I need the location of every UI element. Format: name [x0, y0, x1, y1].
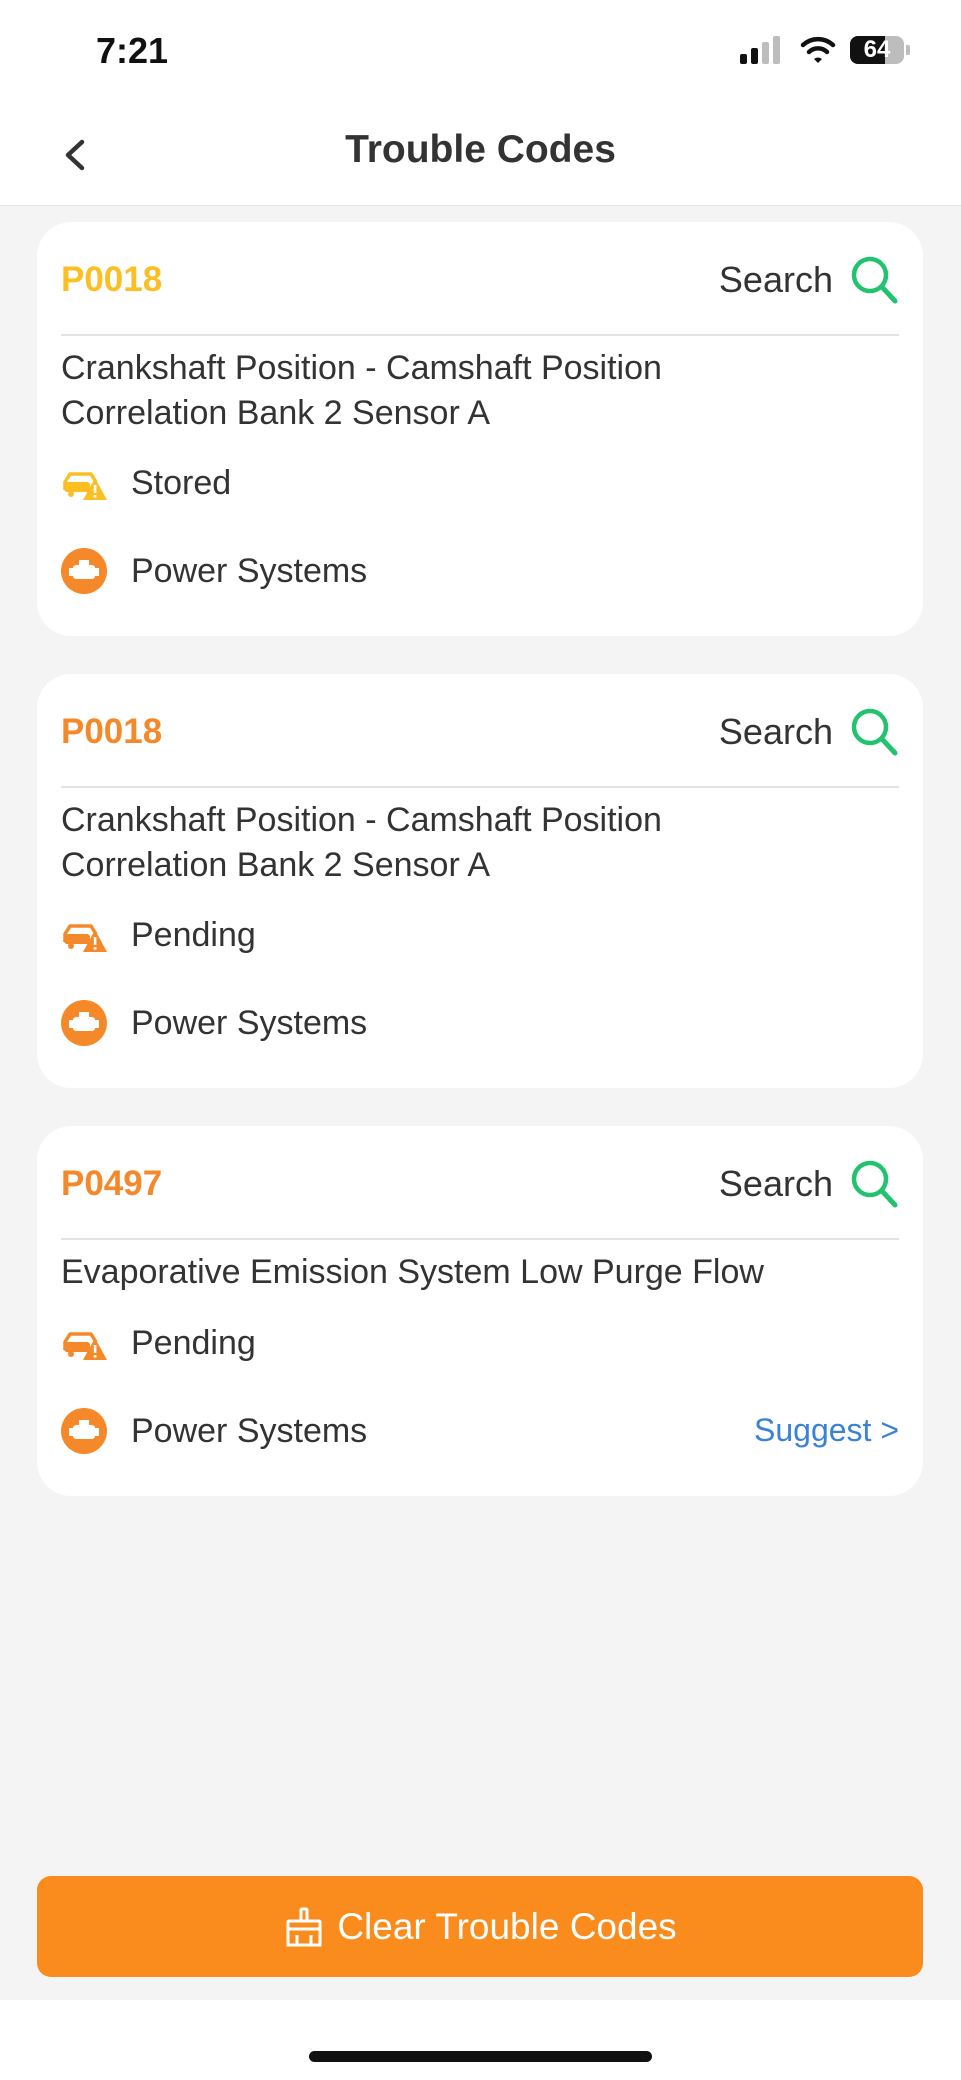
- page-title: Trouble Codes: [345, 128, 616, 171]
- code-description: Crankshaft Position - Camshaft Position …: [61, 349, 662, 432]
- clear-button-label: Clear Trouble Codes: [337, 1905, 677, 1947]
- car-warning-icon: [63, 924, 107, 952]
- battery-percent: 64: [863, 36, 891, 63]
- home-area: [0, 2000, 961, 2080]
- status-row: Pending: [61, 1318, 256, 1368]
- search-icon: [851, 708, 898, 756]
- trouble-code: P0018: [61, 260, 163, 299]
- card-divider: [61, 1238, 899, 1240]
- engine-icon: [61, 1408, 107, 1454]
- wifi-icon: [800, 36, 836, 63]
- system-label: Power Systems: [131, 1003, 368, 1042]
- card-divider: [61, 334, 899, 336]
- search-button[interactable]: Search: [719, 250, 899, 310]
- search-button[interactable]: Search: [719, 702, 899, 762]
- broom-icon: [286, 1907, 322, 1946]
- search-label: Search: [718, 1163, 833, 1204]
- code-description: Evaporative Emission System Low Purge Fl…: [61, 1253, 764, 1291]
- suggest-link[interactable]: Suggest >: [754, 1412, 899, 1449]
- trouble-code-card: P0497 Search Evaporative Emission System…: [37, 1126, 923, 1496]
- search-label: Search: [718, 711, 833, 752]
- trouble-code-card: P0018 Search Crankshaft Position - Camsh…: [37, 222, 923, 636]
- search-icon: [851, 1160, 898, 1208]
- system-label: Power Systems: [131, 551, 368, 590]
- status-row: Stored: [61, 458, 231, 508]
- card-divider: [61, 786, 899, 788]
- system-label: Power Systems: [131, 1411, 368, 1450]
- cellular-signal-icon: [740, 36, 780, 64]
- search-icon: [851, 256, 898, 304]
- system-row: Power Systems: [61, 998, 367, 1048]
- search-label: Search: [718, 259, 833, 300]
- code-description: Crankshaft Position - Camshaft Position …: [61, 801, 662, 884]
- clear-trouble-codes-button[interactable]: Clear Trouble Codes: [37, 1876, 923, 1977]
- status-label: Pending: [131, 1323, 256, 1362]
- status-bar: 7:21 64: [0, 0, 961, 104]
- status-row: Pending: [61, 910, 256, 960]
- car-warning-icon: [63, 472, 107, 500]
- engine-icon: [61, 1000, 107, 1046]
- car-warning-icon: [63, 1332, 107, 1360]
- trouble-code: P0497: [61, 1164, 163, 1203]
- trouble-code-card: P0018 Search Crankshaft Position - Camsh…: [37, 674, 923, 1088]
- engine-icon: [61, 548, 107, 594]
- search-button[interactable]: Search: [719, 1154, 899, 1214]
- trouble-code: P0018: [61, 712, 163, 751]
- status-label: Stored: [131, 463, 232, 502]
- status-label: Pending: [131, 915, 256, 954]
- battery-icon: 64: [850, 34, 910, 66]
- status-time: 7:21: [96, 30, 169, 71]
- nav-bar: Trouble Codes: [0, 104, 961, 206]
- system-row: Power Systems: [61, 1406, 367, 1456]
- system-row: Power Systems: [61, 546, 367, 596]
- home-indicator[interactable]: [309, 2051, 652, 2062]
